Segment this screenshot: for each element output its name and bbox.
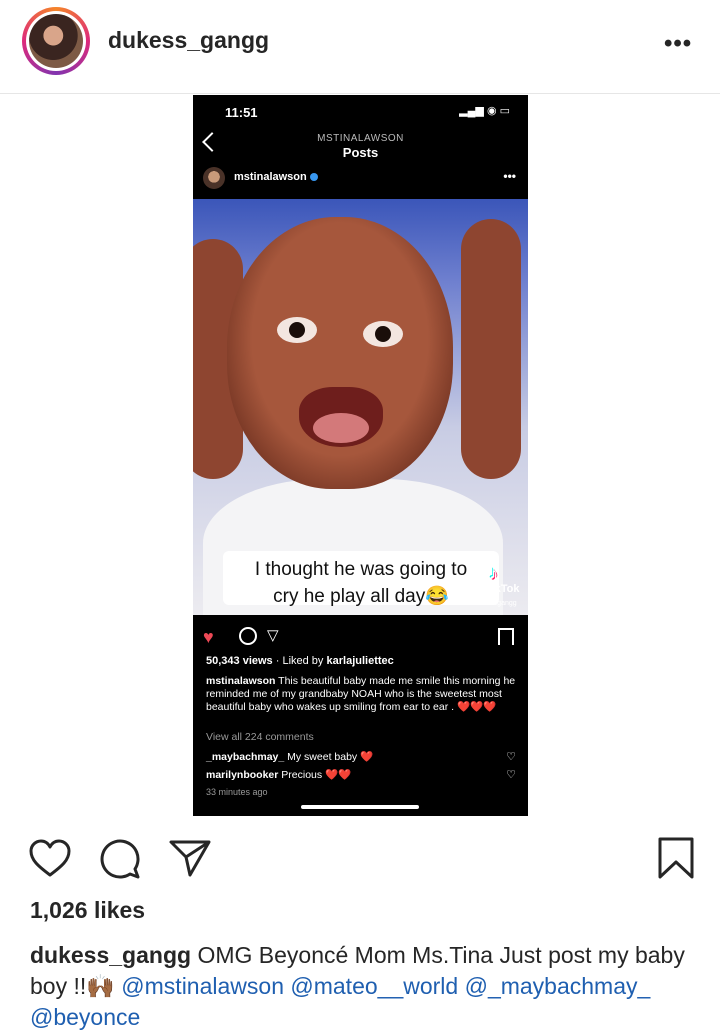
inner-views: 50,343 views · Liked by karlajuliettec [206, 655, 394, 667]
tiktok-watermark-user: dukessgangg [475, 600, 517, 607]
more-options-icon[interactable]: ••• [664, 30, 692, 58]
post-caption: dukess_gangg OMG Beyoncé Mom Ms.Tina Jus… [30, 940, 700, 1033]
inner-comment-2: marilynbooker Precious ❤️❤️ [206, 768, 351, 781]
comment-text: My sweet baby ❤️ [287, 751, 374, 763]
baby-photo: I thought he was going to cry he play al… [193, 199, 528, 615]
baby-head [227, 217, 453, 489]
video-caption-line2: cry he play all day😂 [273, 586, 449, 607]
mention-link[interactable]: @_maybachmay_ [465, 973, 651, 999]
comment-user: marilynbooker [206, 769, 279, 781]
video-caption-box: I thought he was going to cry he play al… [223, 551, 499, 607]
views-count: 50,343 views [206, 655, 273, 667]
inner-username-text: mstinalawson [234, 171, 307, 183]
caption-username[interactable]: dukess_gangg [30, 942, 191, 968]
home-indicator [301, 805, 419, 809]
liked-by-user: karlajuliettec [326, 655, 394, 667]
view-all-comments: View all 224 comments [206, 731, 314, 743]
status-time: 11:51 [225, 105, 258, 120]
comment-like-icon: ♡ [506, 769, 516, 781]
inner-comment-icon [239, 627, 257, 645]
inner-subtitle: MSTINALAWSON [317, 133, 404, 144]
post-header: dukess_gangg ••• [0, 0, 720, 94]
inner-comment-1: _maybachmay_ My sweet baby ❤️ [206, 750, 373, 763]
tiktok-icon: ♪ [489, 563, 498, 583]
comment-text: Precious ❤️❤️ [281, 769, 352, 781]
baby-eye-left [277, 317, 317, 343]
post-image[interactable]: 11:51 ▂▄▆ ◉ ▭ MSTINALAWSON Posts mstinal… [193, 95, 528, 816]
paper-plane-icon[interactable] [168, 838, 212, 878]
inner-avatar [203, 167, 225, 189]
baby-arm-right [461, 219, 521, 479]
inner-more-icon: ••• [503, 169, 516, 183]
inner-username: mstinalawson [234, 171, 318, 183]
comment-icon[interactable] [99, 838, 141, 880]
avatar-image [29, 14, 83, 68]
baby-eye-right [363, 321, 403, 347]
inner-title: Posts [342, 145, 379, 160]
username[interactable]: dukess_gangg [108, 27, 269, 54]
mention-link[interactable]: @mstinalawson [121, 973, 284, 999]
comment-user: _maybachmay_ [206, 751, 285, 763]
inner-time-ago: 33 minutes ago [206, 787, 268, 797]
liked-by-prefix: · Liked by [275, 655, 324, 667]
baby-mouth [299, 387, 383, 447]
heart-icon[interactable] [28, 838, 72, 878]
mention-link[interactable]: @beyonce [30, 1004, 140, 1030]
mention-link[interactable]: @mateo__world [290, 973, 458, 999]
verified-badge-icon [309, 173, 318, 182]
status-icons: ▂▄▆ ◉ ▭ [459, 105, 510, 117]
avatar-border [26, 11, 86, 71]
inner-caption-user: mstinalawson [206, 675, 276, 687]
inner-action-bar: ♥ ▽ [193, 627, 528, 647]
bookmark-icon[interactable] [657, 836, 695, 880]
inner-heart-icon: ♥ [203, 627, 214, 647]
comment-like-icon: ♡ [506, 751, 516, 763]
inner-share-icon: ▽ [267, 627, 279, 644]
avatar[interactable] [22, 7, 90, 75]
inner-bookmark-icon [498, 628, 514, 645]
likes-count[interactable]: 1,026 likes [30, 897, 145, 924]
inner-caption: mstinalawson This beautiful baby made me… [206, 675, 516, 714]
video-caption-line1: I thought he was going to [254, 559, 468, 580]
tiktok-label: TikTok [485, 583, 520, 595]
